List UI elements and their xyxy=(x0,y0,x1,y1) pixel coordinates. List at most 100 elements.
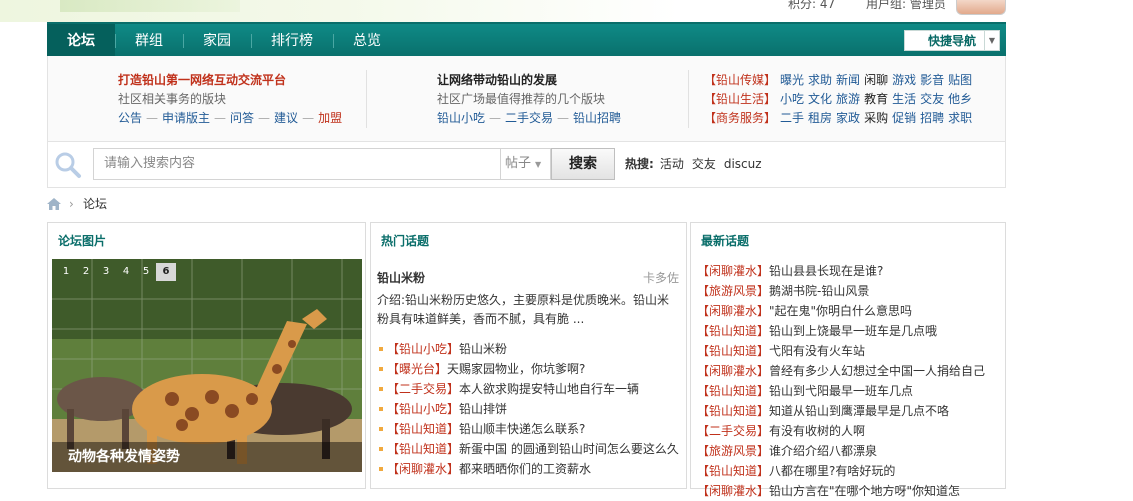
topic-tag[interactable]: 【铅山知道】 xyxy=(697,404,769,418)
list-item[interactable]: 【闲聊灌水】铅山方言在"在哪个地方呀"你知道怎 xyxy=(697,481,1001,501)
topic-tag[interactable]: 【二手交易】 xyxy=(697,424,769,438)
topic-tag[interactable]: 【铅山知道】 xyxy=(697,384,769,398)
topic-title[interactable]: 本人欲求购提安特山地自行车一辆 xyxy=(459,382,639,396)
slide-dot[interactable]: 4 xyxy=(116,263,136,281)
category-link[interactable]: 游戏 xyxy=(892,73,916,87)
list-item[interactable]: 【铅山知道】新蛋中国 的圆通到铅山时间怎么要这么久 xyxy=(379,439,681,459)
list-item[interactable]: 【二手交易】本人欲求购提安特山地自行车一辆 xyxy=(379,379,681,399)
list-item[interactable]: 【二手交易】有没有收树的人啊 xyxy=(697,421,1001,441)
list-item[interactable]: 【铅山小吃】铅山排饼 xyxy=(379,399,681,419)
nav-item-home[interactable]: 家园 xyxy=(183,24,251,58)
category-link[interactable]: 求职 xyxy=(948,111,972,125)
topic-title[interactable]: 都来晒晒你们的工资薪水 xyxy=(459,462,591,476)
category-group-label[interactable]: 【铅山生活】 xyxy=(704,92,776,106)
category-link[interactable]: 贴图 xyxy=(948,73,972,87)
topic-tag[interactable]: 【闲聊灌水】 xyxy=(697,304,769,318)
list-item[interactable]: 【曝光台】天赐家园物业，你坑爹啊? xyxy=(379,359,681,379)
category-link[interactable]: 招聘 xyxy=(920,111,944,125)
info-col-title[interactable]: 打造铅山第一网络互动交流平台 xyxy=(118,71,342,90)
list-item[interactable]: 【铅山知道】铅山到弋阳最早一班车几点 xyxy=(697,381,1001,401)
list-item[interactable]: 【铅山知道】铅山顺丰快递怎么联系? xyxy=(379,419,681,439)
topic-title[interactable]: 铅山到弋阳最早一班车几点 xyxy=(769,384,913,398)
avatar[interactable] xyxy=(956,0,1006,15)
topic-tag[interactable]: 【铅山小吃】 xyxy=(387,402,459,416)
topic-tag[interactable]: 【闲聊灌水】 xyxy=(697,264,769,278)
category-link[interactable]: 影音 xyxy=(920,73,944,87)
category-link[interactable]: 采购 xyxy=(864,111,888,125)
link-join[interactable]: 加盟 xyxy=(318,111,342,125)
list-item[interactable]: 【闲聊灌水】"起在鬼"你明白什么意思吗 xyxy=(697,301,1001,321)
category-link[interactable]: 曝光 xyxy=(780,73,804,87)
category-link[interactable]: 促销 xyxy=(892,111,916,125)
list-item[interactable]: 【闲聊灌水】曾经有多少人幻想过全中国一人捐给自己 xyxy=(697,361,1001,381)
list-item[interactable]: 【铅山小吃】铅山米粉 xyxy=(379,339,681,359)
topic-title[interactable]: 曾经有多少人幻想过全中国一人捐给自己 xyxy=(769,364,985,378)
site-logo[interactable] xyxy=(60,0,240,12)
category-link[interactable]: 交友 xyxy=(920,92,944,106)
nav-item-ranking[interactable]: 排行榜 xyxy=(251,24,333,58)
category-group-label[interactable]: 【商务服务】 xyxy=(704,111,776,125)
nav-item-overview[interactable]: 总览 xyxy=(333,24,401,58)
topic-title[interactable]: 新蛋中国 的圆通到铅山时间怎么要这么久 xyxy=(459,442,679,456)
link-snacks[interactable]: 铅山小吃 xyxy=(437,111,485,125)
category-group-label[interactable]: 【铅山传媒】 xyxy=(704,73,776,87)
list-item[interactable]: 【铅山知道】八都在哪里?有啥好玩的 xyxy=(697,461,1001,481)
link-suggestion[interactable]: 建议 xyxy=(274,111,298,125)
info-col-title[interactable]: 让网络带动铅山的发展 xyxy=(437,71,621,90)
category-link[interactable]: 生活 xyxy=(892,92,916,106)
topic-tag[interactable]: 【二手交易】 xyxy=(387,382,459,396)
topic-tag[interactable]: 【铅山知道】 xyxy=(697,464,769,478)
list-item[interactable]: 【旅游风景】谁介绍介绍八都漂泉 xyxy=(697,441,1001,461)
list-item[interactable]: 【闲聊灌水】铅山县县长现在是谁? xyxy=(697,261,1001,281)
breadcrumb-current[interactable]: 论坛 xyxy=(83,195,107,213)
slide-dot[interactable]: 1 xyxy=(56,263,76,281)
category-link[interactable]: 文化 xyxy=(808,92,832,106)
link-announcement[interactable]: 公告 xyxy=(118,111,142,125)
topic-title[interactable]: 铅山方言在"在哪个地方呀"你知道怎 xyxy=(769,484,960,498)
topic-tag[interactable]: 【曝光台】 xyxy=(387,362,447,376)
topic-title[interactable]: 谁介绍介绍八都漂泉 xyxy=(769,444,877,458)
slideshow-image[interactable]: 1 2 3 4 5 6 动物各种发情姿势 xyxy=(52,259,362,472)
topic-tag[interactable]: 【铅山小吃】 xyxy=(387,342,459,356)
topic-title[interactable]: 鹅湖书院-铅山风景 xyxy=(769,284,869,298)
link-apply-moderator[interactable]: 申请版主 xyxy=(162,111,210,125)
topic-title[interactable]: 铅山县县长现在是谁? xyxy=(769,264,883,278)
hot-search-term[interactable]: 活动 xyxy=(660,157,684,171)
slide-dot[interactable]: 2 xyxy=(76,263,96,281)
topic-tag[interactable]: 【铅山知道】 xyxy=(387,442,459,456)
topic-tag[interactable]: 【铅山知道】 xyxy=(387,422,459,436)
topic-tag[interactable]: 【闲聊灌水】 xyxy=(387,462,459,476)
category-link[interactable]: 教育 xyxy=(864,92,888,106)
topic-title[interactable]: 铅山到上饶最早一班车是几点哦 xyxy=(769,324,937,338)
link-jobs[interactable]: 铅山招聘 xyxy=(573,111,621,125)
category-link[interactable]: 新闻 xyxy=(836,73,860,87)
topic-title[interactable]: 天赐家园物业，你坑爹啊? xyxy=(447,362,585,376)
category-link[interactable]: 二手 xyxy=(780,111,804,125)
topic-title[interactable]: 铅山米粉 xyxy=(459,342,507,356)
topic-tag[interactable]: 【旅游风景】 xyxy=(697,444,769,458)
list-item[interactable]: 【旅游风景】鹅湖书院-铅山风景 xyxy=(697,281,1001,301)
category-link[interactable]: 他乡 xyxy=(948,92,972,106)
category-link[interactable]: 家政 xyxy=(836,111,860,125)
topic-title[interactable]: 铅山排饼 xyxy=(459,402,507,416)
list-item[interactable]: 【铅山知道】弋阳有没有火车站 xyxy=(697,341,1001,361)
slide-dot[interactable]: 3 xyxy=(96,263,116,281)
category-link[interactable]: 租房 xyxy=(808,111,832,125)
nav-item-groups[interactable]: 群组 xyxy=(115,24,183,58)
list-item[interactable]: 【闲聊灌水】都来晒晒你们的工资薪水 xyxy=(379,459,681,479)
link-secondhand[interactable]: 二手交易 xyxy=(505,111,553,125)
featured-author[interactable]: 卡多佐 xyxy=(643,269,679,286)
user-points[interactable]: 积分: 47 xyxy=(788,0,835,12)
topic-title[interactable]: 知道从铅山到鹰潭最早是几点不咯 xyxy=(769,404,949,418)
topic-title[interactable]: 铅山顺丰快递怎么联系? xyxy=(459,422,585,436)
category-link[interactable]: 小吃 xyxy=(780,92,804,106)
home-icon[interactable] xyxy=(47,198,61,210)
slide-dot[interactable]: 5 xyxy=(136,263,156,281)
list-item[interactable]: 【铅山知道】铅山到上饶最早一班车是几点哦 xyxy=(697,321,1001,341)
topic-title[interactable]: 有没有收树的人啊 xyxy=(769,424,865,438)
search-input[interactable]: 请输入搜索内容 xyxy=(93,148,501,180)
list-item[interactable]: 【铅山知道】知道从铅山到鹰潭最早是几点不咯 xyxy=(697,401,1001,421)
topic-tag[interactable]: 【铅山知道】 xyxy=(697,324,769,338)
topic-tag[interactable]: 【旅游风景】 xyxy=(697,284,769,298)
hot-search-term[interactable]: discuz xyxy=(724,157,762,171)
